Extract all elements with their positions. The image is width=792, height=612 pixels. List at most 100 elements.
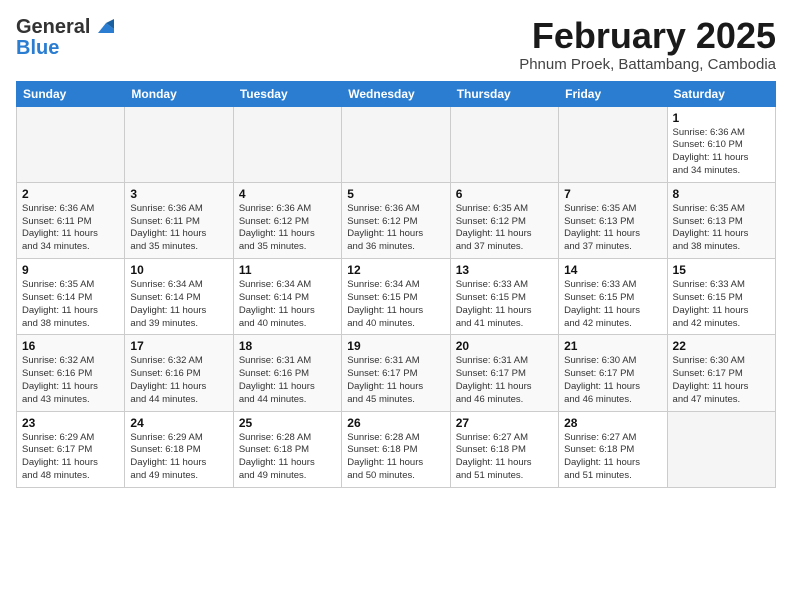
logo: General Blue	[16, 16, 116, 60]
calendar-cell: 21 Sunrise: 6:30 AM Sunset: 6:17 PM Dayli…	[559, 335, 667, 411]
day-info: Sunrise: 6:34 AM Sunset: 6:14 PM Dayligh…	[130, 279, 227, 330]
calendar-week-4: 16 Sunrise: 6:32 AM Sunset: 6:16 PM Dayli…	[17, 335, 776, 411]
day-number: 1	[673, 111, 770, 125]
day-info: Sunrise: 6:29 AM Sunset: 6:18 PM Dayligh…	[130, 432, 227, 483]
calendar-cell: 3 Sunrise: 6:36 AM Sunset: 6:11 PM Daylig…	[125, 182, 233, 258]
calendar-cell: 10 Sunrise: 6:34 AM Sunset: 6:14 PM Dayli…	[125, 259, 233, 335]
calendar-cell: 17 Sunrise: 6:32 AM Sunset: 6:16 PM Dayli…	[125, 335, 233, 411]
day-number: 21	[564, 339, 661, 353]
calendar-cell: 28 Sunrise: 6:27 AM Sunset: 6:18 PM Dayli…	[559, 411, 667, 487]
day-number: 5	[347, 187, 444, 201]
day-header-friday: Friday	[559, 81, 667, 106]
calendar-cell: 18 Sunrise: 6:31 AM Sunset: 6:16 PM Dayli…	[233, 335, 341, 411]
logo-blue-text: Blue	[16, 37, 59, 60]
day-info: Sunrise: 6:35 AM Sunset: 6:14 PM Dayligh…	[22, 279, 119, 330]
day-number: 11	[239, 263, 336, 277]
day-number: 10	[130, 263, 227, 277]
day-number: 22	[673, 339, 770, 353]
day-info: Sunrise: 6:36 AM Sunset: 6:11 PM Dayligh…	[130, 203, 227, 254]
day-info: Sunrise: 6:29 AM Sunset: 6:17 PM Dayligh…	[22, 432, 119, 483]
calendar-cell: 14Sunrise: 6:33 AM Sunset: 6:15 PM Dayli…	[559, 259, 667, 335]
day-header-thursday: Thursday	[450, 81, 558, 106]
calendar-cell	[342, 106, 450, 182]
day-info: Sunrise: 6:32 AM Sunset: 6:16 PM Dayligh…	[22, 355, 119, 406]
calendar-cell	[125, 106, 233, 182]
day-number: 28	[564, 416, 661, 430]
calendar-cell: 23 Sunrise: 6:29 AM Sunset: 6:17 PM Dayli…	[17, 411, 125, 487]
calendar-cell	[450, 106, 558, 182]
calendar-table: SundayMondayTuesdayWednesdayThursdayFrid…	[16, 81, 776, 488]
day-info: Sunrise: 6:28 AM Sunset: 6:18 PM Dayligh…	[239, 432, 336, 483]
day-number: 15	[673, 263, 770, 277]
day-info: Sunrise: 6:33 AM Sunset: 6:15 PM Dayligh…	[456, 279, 553, 330]
calendar-cell: 19Sunrise: 6:31 AM Sunset: 6:17 PM Dayli…	[342, 335, 450, 411]
day-info: Sunrise: 6:30 AM Sunset: 6:17 PM Dayligh…	[673, 355, 770, 406]
day-info: Sunrise: 6:27 AM Sunset: 6:18 PM Dayligh…	[564, 432, 661, 483]
day-number: 4	[239, 187, 336, 201]
calendar-cell: 22 Sunrise: 6:30 AM Sunset: 6:17 PM Dayli…	[667, 335, 775, 411]
day-info: Sunrise: 6:33 AM Sunset: 6:15 PM Dayligh…	[673, 279, 770, 330]
day-header-tuesday: Tuesday	[233, 81, 341, 106]
day-number: 7	[564, 187, 661, 201]
day-number: 23	[22, 416, 119, 430]
calendar-cell: 2Sunrise: 6:36 AM Sunset: 6:11 PM Daylig…	[17, 182, 125, 258]
calendar-cell: 11 Sunrise: 6:34 AM Sunset: 6:14 PM Dayli…	[233, 259, 341, 335]
calendar-cell: 16 Sunrise: 6:32 AM Sunset: 6:16 PM Dayli…	[17, 335, 125, 411]
logo-general-text: General	[16, 16, 90, 39]
day-number: 12	[347, 263, 444, 277]
day-info: Sunrise: 6:36 AM Sunset: 6:12 PM Dayligh…	[239, 203, 336, 254]
calendar-cell: 1Sunrise: 6:36 AM Sunset: 6:10 PM Daylig…	[667, 106, 775, 182]
calendar-cell	[667, 411, 775, 487]
calendar-cell: 9 Sunrise: 6:35 AM Sunset: 6:14 PM Daylig…	[17, 259, 125, 335]
month-title: February 2025	[519, 16, 776, 56]
calendar-header-row: SundayMondayTuesdayWednesdayThursdayFrid…	[17, 81, 776, 106]
day-number: 25	[239, 416, 336, 430]
calendar-cell	[559, 106, 667, 182]
day-number: 18	[239, 339, 336, 353]
day-header-saturday: Saturday	[667, 81, 775, 106]
calendar-cell: 26Sunrise: 6:28 AM Sunset: 6:18 PM Dayli…	[342, 411, 450, 487]
day-info: Sunrise: 6:31 AM Sunset: 6:16 PM Dayligh…	[239, 355, 336, 406]
day-number: 26	[347, 416, 444, 430]
calendar-cell: 7 Sunrise: 6:35 AM Sunset: 6:13 PM Daylig…	[559, 182, 667, 258]
day-number: 2	[22, 187, 119, 201]
calendar-week-3: 9 Sunrise: 6:35 AM Sunset: 6:14 PM Daylig…	[17, 259, 776, 335]
day-number: 9	[22, 263, 119, 277]
calendar-cell: 15 Sunrise: 6:33 AM Sunset: 6:15 PM Dayli…	[667, 259, 775, 335]
day-info: Sunrise: 6:34 AM Sunset: 6:15 PM Dayligh…	[347, 279, 444, 330]
calendar-cell: 13 Sunrise: 6:33 AM Sunset: 6:15 PM Dayli…	[450, 259, 558, 335]
calendar-cell: 4 Sunrise: 6:36 AM Sunset: 6:12 PM Daylig…	[233, 182, 341, 258]
day-number: 3	[130, 187, 227, 201]
calendar-cell: 12 Sunrise: 6:34 AM Sunset: 6:15 PM Dayli…	[342, 259, 450, 335]
day-number: 24	[130, 416, 227, 430]
calendar-cell	[17, 106, 125, 182]
day-number: 16	[22, 339, 119, 353]
calendar-cell: 5 Sunrise: 6:36 AM Sunset: 6:12 PM Daylig…	[342, 182, 450, 258]
day-number: 27	[456, 416, 553, 430]
calendar-week-1: 1Sunrise: 6:36 AM Sunset: 6:10 PM Daylig…	[17, 106, 776, 182]
title-block: February 2025 Phnum Proek, Battambang, C…	[519, 16, 776, 73]
day-number: 6	[456, 187, 553, 201]
day-header-sunday: Sunday	[17, 81, 125, 106]
day-number: 8	[673, 187, 770, 201]
calendar-week-2: 2 Sunrise: 6:36 AM Sunset: 6:11 PM Daylig…	[17, 182, 776, 258]
calendar-cell: 27Sunrise: 6:27 AM Sunset: 6:18 PM Dayli…	[450, 411, 558, 487]
day-header-monday: Monday	[125, 81, 233, 106]
day-number: 13	[456, 263, 553, 277]
day-info: Sunrise: 6:35 AM Sunset: 6:12 PM Dayligh…	[456, 203, 553, 254]
day-header-wednesday: Wednesday	[342, 81, 450, 106]
day-info: Sunrise: 6:31 AM Sunset: 6:17 PM Dayligh…	[456, 355, 553, 406]
calendar-cell: 6 Sunrise: 6:35 AM Sunset: 6:12 PM Daylig…	[450, 182, 558, 258]
day-info: Sunrise: 6:31 AM Sunset: 6:17 PM Dayligh…	[347, 355, 444, 406]
calendar-cell: 8Sunrise: 6:35 AM Sunset: 6:13 PM Daylig…	[667, 182, 775, 258]
day-info: Sunrise: 6:33 AM Sunset: 6:15 PM Dayligh…	[564, 279, 661, 330]
day-info: Sunrise: 6:34 AM Sunset: 6:14 PM Dayligh…	[239, 279, 336, 330]
day-info: Sunrise: 6:35 AM Sunset: 6:13 PM Dayligh…	[564, 203, 661, 254]
day-number: 17	[130, 339, 227, 353]
calendar-cell: 25 Sunrise: 6:28 AM Sunset: 6:18 PM Dayli…	[233, 411, 341, 487]
day-info: Sunrise: 6:32 AM Sunset: 6:16 PM Dayligh…	[130, 355, 227, 406]
calendar-cell: 24 Sunrise: 6:29 AM Sunset: 6:18 PM Dayli…	[125, 411, 233, 487]
day-info: Sunrise: 6:36 AM Sunset: 6:12 PM Dayligh…	[347, 203, 444, 254]
day-number: 20	[456, 339, 553, 353]
day-info: Sunrise: 6:30 AM Sunset: 6:17 PM Dayligh…	[564, 355, 661, 406]
